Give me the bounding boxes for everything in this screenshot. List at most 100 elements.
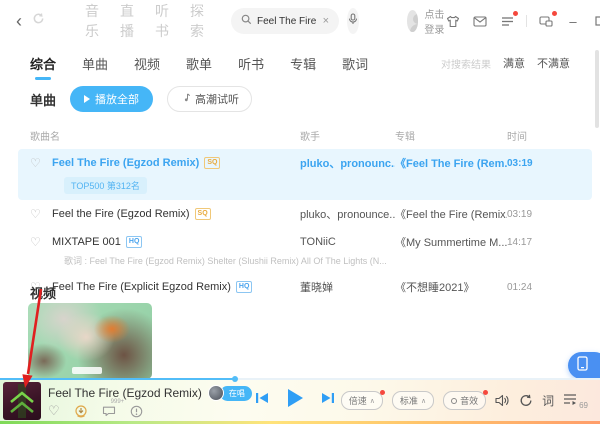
- table-row[interactable]: ♡ MIXTAPE 001 HQ TONiiC 《My Summertime M.…: [18, 228, 592, 273]
- identify-song-button[interactable]: [347, 8, 359, 34]
- header-album: 专辑: [395, 128, 507, 143]
- login-link[interactable]: 点击登录: [424, 6, 445, 36]
- rank-badge[interactable]: TOP500 第312名: [64, 177, 147, 194]
- video-duration-tag: [72, 367, 102, 374]
- song-album[interactable]: 《Feel the Fire (Remix...》: [395, 206, 507, 222]
- favorite-icon[interactable]: ♡: [30, 235, 52, 249]
- song-title[interactable]: Feel The Fire (Egzod Remix): [52, 157, 199, 169]
- playback-speed-button[interactable]: 倍速∧: [341, 391, 383, 410]
- play-all-button[interactable]: 播放全部: [70, 86, 153, 112]
- now-playing-title[interactable]: Feel The Fire (Egzod Remix): [48, 386, 202, 400]
- search-input[interactable]: Feel The Fire (I ×: [231, 8, 339, 34]
- song-album[interactable]: 《Feel The Fire (Rem...》: [395, 155, 507, 171]
- now-playing-cover[interactable]: [3, 382, 41, 420]
- skin-theme-icon[interactable]: [445, 13, 461, 29]
- account-area[interactable]: 点击登录: [407, 6, 445, 36]
- nav-audiobook[interactable]: 听书: [155, 1, 170, 41]
- play-icon: [84, 95, 90, 103]
- loop-mode-icon[interactable]: [519, 394, 533, 407]
- tab-video[interactable]: 视频: [134, 54, 160, 73]
- song-duration: 03:19: [507, 158, 552, 169]
- mini-mode-icon[interactable]: [538, 13, 554, 29]
- play-button[interactable]: [286, 388, 304, 413]
- feedback-prompt: 对搜索结果: [441, 56, 491, 71]
- scrollbar[interactable]: [595, 50, 599, 128]
- song-artist[interactable]: pluko、pronounce...: [300, 206, 395, 222]
- next-track-button[interactable]: [320, 391, 335, 410]
- quality-badge: HQ: [126, 236, 143, 248]
- song-duration: 01:24: [507, 282, 552, 293]
- menu-notification-dot: [513, 11, 518, 16]
- minimize-button[interactable]: –: [565, 13, 581, 29]
- message-icon[interactable]: [472, 13, 488, 29]
- playlist-icon: [563, 392, 577, 410]
- feedback-satisfied[interactable]: 满意: [503, 55, 525, 71]
- tab-lyrics[interactable]: 歌词: [342, 54, 368, 73]
- song-duration: 14:17: [507, 237, 552, 248]
- back-icon[interactable]: ‹: [16, 12, 22, 30]
- titlebar: ‹ 音乐 直播 听书 探索 Feel The Fire (I × 点击登录: [0, 0, 600, 42]
- tab-single[interactable]: 单曲: [82, 54, 108, 73]
- nav-live[interactable]: 直播: [120, 1, 135, 41]
- result-tabs: 综合 单曲 视频 歌单 听书 专辑 歌词 对搜索结果 满意 不满意: [0, 50, 600, 76]
- previous-track-button[interactable]: [255, 391, 270, 410]
- play-queue-button[interactable]: 69: [563, 392, 588, 410]
- tab-audiobook[interactable]: 听书: [238, 54, 264, 73]
- favorite-icon[interactable]: ♡: [30, 207, 52, 221]
- like-icon[interactable]: ♡: [48, 403, 60, 419]
- caret-up-icon: ∧: [370, 397, 375, 405]
- table-header: 歌曲名 歌手 专辑 时间: [0, 124, 600, 149]
- header-time: 时间: [507, 128, 552, 143]
- nav-explore[interactable]: 探索: [190, 1, 205, 41]
- effect-icon: [451, 398, 457, 404]
- tab-overall[interactable]: 综合: [30, 54, 56, 73]
- titlebar-divider: [526, 15, 527, 27]
- song-album[interactable]: 《My Summertime M...》: [395, 234, 507, 250]
- avatar[interactable]: [407, 10, 418, 32]
- song-title[interactable]: Feel The Fire (Explicit Egzod Remix): [52, 281, 231, 293]
- maximize-button[interactable]: [592, 13, 600, 29]
- volume-icon[interactable]: [495, 394, 510, 407]
- refresh-icon[interactable]: [32, 12, 45, 30]
- video-section-title: 视频: [30, 283, 56, 302]
- tab-album[interactable]: 专辑: [290, 54, 316, 73]
- single-section-header: 单曲 播放全部 高潮试听: [30, 86, 252, 112]
- menu-icon[interactable]: [499, 13, 515, 29]
- progress-fill: [0, 378, 235, 380]
- more-info-icon[interactable]: [130, 405, 143, 418]
- search-clear-icon[interactable]: ×: [323, 15, 329, 27]
- progress-handle[interactable]: [232, 376, 238, 382]
- single-section-title: 单曲: [30, 90, 56, 109]
- song-artist[interactable]: TONiiC: [300, 236, 395, 248]
- app-window: ‹ 音乐 直播 听书 探索 Feel The Fire (I × 点击登录: [0, 0, 600, 424]
- caret-up-icon: ∧: [421, 397, 426, 405]
- song-title[interactable]: Feel the Fire (Egzod Remix): [52, 208, 190, 220]
- lyrics-toggle[interactable]: 词: [542, 392, 554, 409]
- sound-effect-button[interactable]: 音效: [443, 391, 486, 410]
- mobile-app-button[interactable]: [568, 352, 600, 379]
- comment-icon[interactable]: 999+: [102, 405, 116, 417]
- top-nav: 音乐 直播 听书 探索: [85, 1, 205, 41]
- nav-music[interactable]: 音乐: [85, 1, 100, 41]
- song-title[interactable]: MIXTAPE 001: [52, 236, 121, 248]
- song-artist[interactable]: 董晓婵: [300, 279, 395, 295]
- download-icon[interactable]: [74, 405, 88, 418]
- comment-count: 999+: [111, 399, 125, 405]
- song-album[interactable]: 《不想睡2021》: [395, 279, 507, 295]
- table-row[interactable]: ♡ Feel the Fire (Egzod Remix) SQ pluko、pr…: [18, 200, 592, 228]
- song-artist[interactable]: pluko、pronounc...: [300, 155, 395, 171]
- video-thumbnail[interactable]: [28, 303, 152, 379]
- singer-chip[interactable]: 在唱: [208, 385, 252, 401]
- sound-quality-button[interactable]: 标准∧: [392, 391, 434, 410]
- quality-badge: HQ: [236, 281, 253, 293]
- tab-playlist[interactable]: 歌单: [186, 54, 212, 73]
- hook-preview-button[interactable]: 高潮试听: [167, 86, 252, 112]
- quality-badge: SQ: [195, 208, 211, 220]
- queue-count: 69: [579, 401, 588, 410]
- favorite-icon[interactable]: ♡: [30, 156, 52, 170]
- header-artist: 歌手: [300, 128, 395, 143]
- feedback-unsatisfied[interactable]: 不满意: [537, 55, 570, 71]
- table-row[interactable]: ♡ Feel The Fire (Egzod Remix)SQ pluko、pr…: [18, 149, 592, 200]
- table-row[interactable]: ♡ Feel The Fire (Explicit Egzod Remix)HQ…: [18, 273, 592, 301]
- player-bar: Feel The Fire (Egzod Remix) 在唱 ♡ 999+: [0, 380, 600, 424]
